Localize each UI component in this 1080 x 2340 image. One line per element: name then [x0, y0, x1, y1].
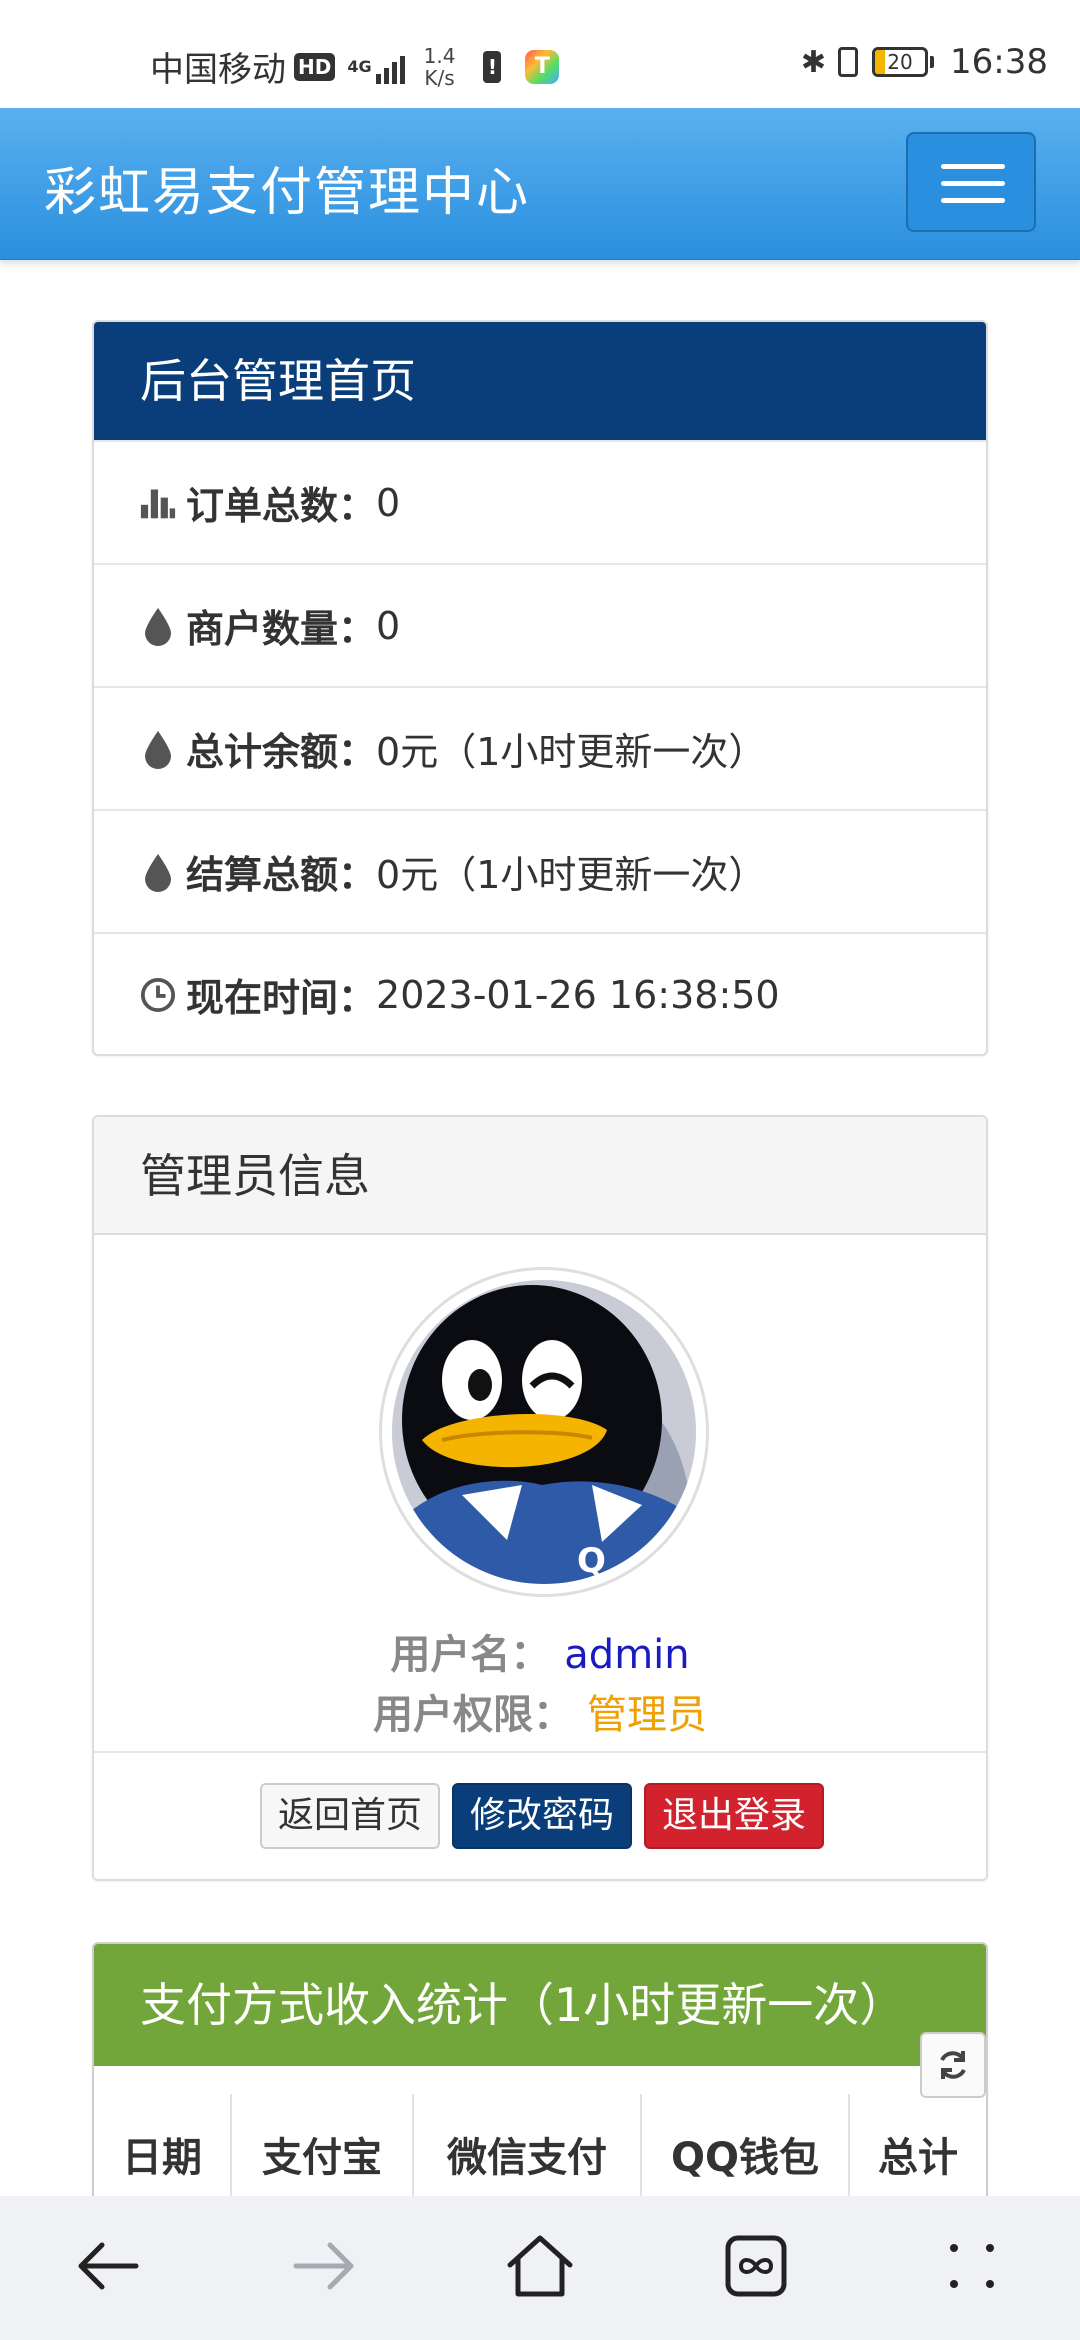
network-type: 4G	[347, 56, 372, 76]
current-time-label: 现在时间：	[186, 976, 377, 1020]
status-right: ✱ 20 16:38	[801, 42, 1048, 82]
admin-info-title: 管理员信息	[94, 1117, 986, 1235]
username-label: 用户名：	[390, 1632, 551, 1678]
top-navbar: 彩虹易支付管理中心	[0, 108, 1080, 260]
merchant-count-item: 商户数量： 0	[94, 563, 986, 686]
alert-icon: !	[483, 50, 502, 83]
drop-icon	[140, 729, 176, 769]
tabs-button[interactable]	[716, 2226, 796, 2306]
dashboard-title: 后台管理首页	[94, 322, 986, 440]
role-value: 管理员	[586, 1692, 707, 1738]
income-stats-title: 支付方式收入统计（1小时更新一次）	[94, 1944, 986, 2066]
more-dots-icon	[950, 2244, 994, 2288]
tabs-infinity-icon	[725, 2235, 787, 2297]
battery-icon: 20	[872, 47, 935, 77]
arrow-right-icon	[293, 2242, 354, 2290]
browser-bottom-bar	[0, 2196, 1080, 2340]
username-value: admin	[564, 1632, 690, 1678]
bluetooth-icon: ✱	[800, 44, 827, 80]
bar-chart-icon	[140, 483, 176, 523]
order-count-item: 订单总数： 0	[94, 440, 986, 563]
menu-toggle-button[interactable]	[906, 132, 1036, 232]
admin-info-panel: 管理员信息 Q 用户名： admin 用户权限： 管理员 返回首页 修改密码 退…	[92, 1115, 988, 1881]
network-speed: 1.4 K/s	[424, 45, 456, 89]
signal-icon: 4G	[347, 50, 407, 84]
merchant-count-label: 商户数量：	[186, 607, 377, 651]
battery-level: 20	[887, 50, 913, 74]
svg-text:Q: Q	[577, 1541, 606, 1581]
arrow-left-icon	[78, 2242, 139, 2290]
app-notification-icon: T	[525, 49, 560, 84]
home-icon	[507, 2235, 573, 2297]
clock-icon	[140, 975, 176, 1015]
current-time-item: 现在时间： 2023-01-26 16:38:50	[94, 932, 986, 1054]
drop-icon	[140, 606, 176, 646]
clock: 16:38	[950, 42, 1048, 82]
avatar: Q	[379, 1267, 709, 1597]
total-balance-value: 0元（1小时更新一次）	[376, 730, 767, 774]
refresh-button[interactable]	[920, 2032, 986, 2098]
settlement-total-label: 结算总额：	[186, 853, 377, 897]
order-count-label: 订单总数：	[186, 484, 377, 528]
refresh-icon	[940, 2051, 966, 2079]
role-label: 用户权限：	[373, 1692, 574, 1738]
back-home-button[interactable]: 返回首页	[260, 1783, 440, 1849]
change-password-button[interactable]: 修改密码	[452, 1783, 632, 1849]
settlement-total-value: 0元（1小时更新一次）	[376, 853, 767, 897]
logout-button[interactable]: 退出登录	[644, 1783, 824, 1849]
speed-unit: K/s	[424, 65, 455, 90]
status-bar: 中国移动 HD 4G 1.4 K/s ! T ✱ 20 16:38	[0, 0, 1080, 108]
settlement-total-item: 结算总额： 0元（1小时更新一次）	[94, 809, 986, 932]
order-count-value: 0	[376, 480, 401, 525]
speed-value: 1.4	[423, 43, 456, 68]
hd-icon: HD	[294, 52, 336, 81]
dashboard-panel: 后台管理首页 订单总数： 0 商户数量： 0 总计余额： 0元（1小时更新一次）…	[92, 320, 988, 1056]
brand-title[interactable]: 彩虹易支付管理中心	[44, 150, 530, 225]
home-button[interactable]	[500, 2226, 580, 2306]
status-left: 中国移动 HD 4G 1.4 K/s ! T	[150, 42, 560, 91]
merchant-count-value: 0	[376, 603, 401, 648]
role-row: 用户权限： 管理员	[94, 1682, 986, 1740]
drop-icon	[140, 852, 176, 892]
username-row: 用户名： admin	[94, 1622, 986, 1680]
admin-panel-footer: 返回首页 修改密码 退出登录	[94, 1751, 986, 1879]
more-options-button[interactable]	[932, 2226, 1012, 2306]
carrier-name: 中国移动	[150, 50, 286, 90]
forward-button[interactable]	[284, 2226, 364, 2306]
current-time-value: 2023-01-26 16:38:50	[376, 972, 780, 1017]
vibrate-icon	[838, 47, 859, 77]
back-button[interactable]	[68, 2226, 148, 2306]
total-balance-item: 总计余额： 0元（1小时更新一次）	[94, 686, 986, 809]
total-balance-label: 总计余额：	[186, 730, 377, 774]
penguin-avatar-image: Q	[392, 1280, 696, 1584]
